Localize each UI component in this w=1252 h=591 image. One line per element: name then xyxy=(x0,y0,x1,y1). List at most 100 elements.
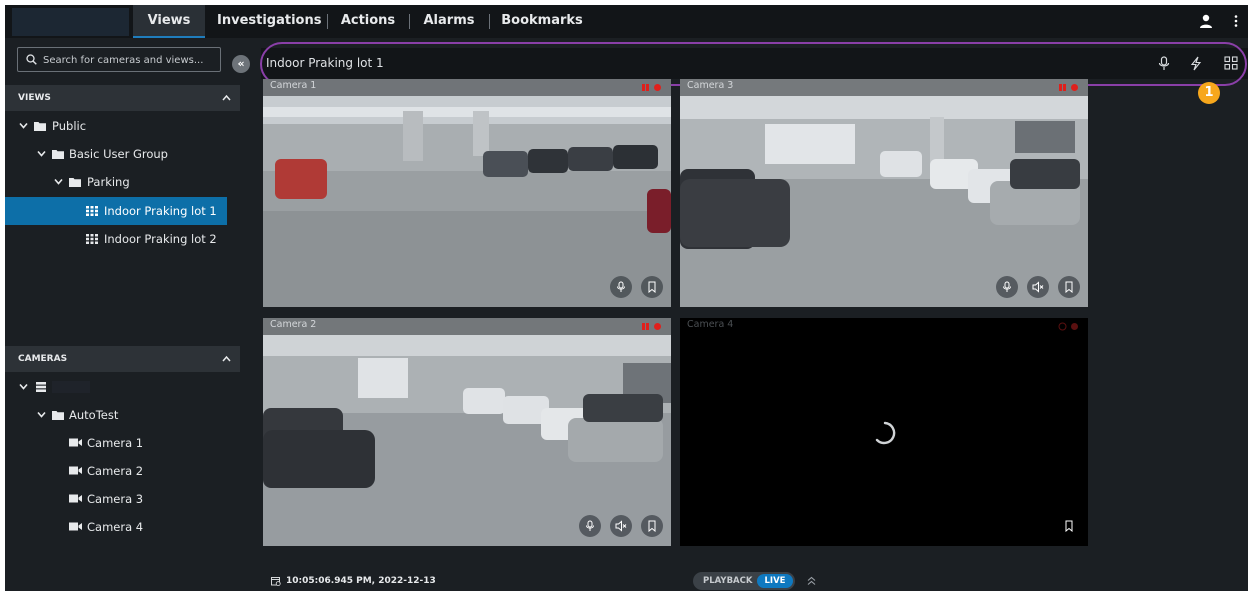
tree-node-autotest[interactable]: AutoTest xyxy=(5,401,240,429)
collapse-sidebar-button[interactable]: « xyxy=(232,55,250,73)
app-window: Views Investigations Actions Alarms Book… xyxy=(5,5,1248,591)
tree-node-basic-user-group[interactable]: Basic User Group xyxy=(5,140,240,168)
bookmark-icon xyxy=(1065,281,1073,293)
loading-spinner-icon xyxy=(875,421,896,445)
camera-feed-image xyxy=(263,79,671,307)
microphone-button[interactable] xyxy=(610,276,632,298)
tree-node-public[interactable]: Public xyxy=(5,112,240,140)
double-chevron-left-icon: « xyxy=(237,57,245,70)
bookmark-icon xyxy=(1065,520,1073,532)
tile-header xyxy=(263,79,671,96)
tab-views[interactable]: Views xyxy=(133,5,205,38)
bookmark-button[interactable] xyxy=(641,515,663,537)
tree-label: Indoor Praking lot 2 xyxy=(104,232,217,246)
search-input[interactable] xyxy=(43,51,218,69)
logo-area xyxy=(12,8,129,36)
camera-icon xyxy=(69,522,82,531)
tree-node-indoor-parking-lot-1[interactable]: Indoor Praking lot 1 xyxy=(5,197,227,225)
live-dot-icon xyxy=(1071,84,1078,91)
microphone-icon xyxy=(1003,281,1011,292)
live-dot-icon xyxy=(654,84,661,91)
tree-label: Basic User Group xyxy=(69,147,168,161)
top-navigation-bar: Views Investigations Actions Alarms Book… xyxy=(5,5,1248,38)
folder-icon xyxy=(69,178,81,187)
kebab-menu-icon[interactable] xyxy=(1228,13,1244,29)
tab-actions[interactable]: Actions xyxy=(339,5,397,38)
tab-alarms[interactable]: Alarms xyxy=(421,5,477,38)
tree-node-parking[interactable]: Parking xyxy=(5,168,240,196)
tree-node-camera-2[interactable]: Camera 2 xyxy=(5,457,240,485)
tree-label: Camera 2 xyxy=(87,464,144,478)
camera-icon xyxy=(69,438,82,447)
tree-node-indoor-parking-lot-2[interactable]: Indoor Praking lot 2 xyxy=(5,225,240,253)
tile-title: Camera 3 xyxy=(687,80,734,91)
live-option[interactable]: LIVE xyxy=(757,574,793,588)
tile-header xyxy=(680,79,1088,96)
folder-icon xyxy=(34,122,46,131)
live-dot-icon xyxy=(654,323,661,330)
calendar-clock-icon xyxy=(271,577,281,586)
timestamp-text: 10:05:06.945 PM, 2022-12-13 xyxy=(286,576,436,586)
tile-header xyxy=(680,318,1088,335)
bookmark-button[interactable] xyxy=(641,276,663,298)
callout-badge: 1 xyxy=(1198,82,1220,104)
speaker-muted-icon xyxy=(615,520,627,532)
tree-node-camera-1[interactable]: Camera 1 xyxy=(5,429,240,457)
tree-node-camera-3[interactable]: Camera 3 xyxy=(5,485,240,513)
speaker-mute-button[interactable] xyxy=(610,515,632,537)
chevron-down-icon[interactable] xyxy=(37,410,46,419)
cameras-section-header[interactable]: CAMERAS xyxy=(5,346,240,372)
chevron-down-icon[interactable] xyxy=(19,382,28,391)
user-icon[interactable] xyxy=(1198,13,1214,29)
bookmark-button[interactable] xyxy=(1058,276,1080,298)
tree-label: Camera 3 xyxy=(87,492,144,506)
sidebar: « VIEWS Public Basic User Group Parking xyxy=(5,38,250,591)
speaker-mute-button[interactable] xyxy=(1027,276,1049,298)
tab-investigations[interactable]: Investigations xyxy=(217,5,321,38)
camera-tile-2[interactable]: Camera 2 xyxy=(263,318,671,546)
search-icon xyxy=(26,54,37,65)
tree-label: Indoor Praking lot 1 xyxy=(104,204,217,218)
tile-header xyxy=(263,318,671,335)
views-section-header[interactable]: VIEWS xyxy=(5,85,240,111)
camera-tile-1[interactable]: Camera 1 xyxy=(263,79,671,307)
recording-icon xyxy=(1058,322,1067,331)
tree-label: Public xyxy=(52,119,87,133)
speaker-muted-icon xyxy=(1032,281,1044,293)
chevron-up-icon[interactable] xyxy=(222,94,231,102)
tile-title: Camera 4 xyxy=(687,319,734,330)
folder-icon xyxy=(52,150,64,159)
camera-tile-3[interactable]: Camera 3 xyxy=(680,79,1088,307)
search-box[interactable] xyxy=(17,47,221,72)
tab-bookmarks[interactable]: Bookmarks xyxy=(501,5,583,38)
playback-live-toggle[interactable]: PLAYBACK LIVE xyxy=(693,572,795,590)
grid-view-icon xyxy=(86,234,98,244)
chevron-down-icon[interactable] xyxy=(19,121,28,130)
chevron-down-icon[interactable] xyxy=(54,177,63,186)
views-header-label: VIEWS xyxy=(18,93,51,103)
tab-separator xyxy=(327,14,328,29)
bookmark-button[interactable] xyxy=(1058,515,1080,537)
camera-tile-4[interactable]: Camera 4 xyxy=(680,318,1088,546)
tree-label: Camera 1 xyxy=(87,436,144,450)
bookmark-icon xyxy=(648,520,656,532)
redacted-server-name xyxy=(52,381,90,393)
tree-node-server[interactable] xyxy=(5,373,240,401)
grid-view-icon xyxy=(86,206,98,216)
microphone-button[interactable] xyxy=(579,515,601,537)
tab-separator xyxy=(409,14,410,29)
microphone-button[interactable] xyxy=(996,276,1018,298)
chevron-down-icon[interactable] xyxy=(37,149,46,158)
camera-feed-image xyxy=(263,318,671,546)
tab-separator xyxy=(489,14,490,29)
tree-label: Parking xyxy=(87,175,130,189)
chevron-up-icon[interactable] xyxy=(222,355,231,363)
playback-option[interactable]: PLAYBACK xyxy=(703,572,752,590)
tree-node-camera-4[interactable]: Camera 4 xyxy=(5,513,240,541)
tile-title: Camera 1 xyxy=(270,80,317,91)
live-dot-icon xyxy=(1071,323,1078,330)
recording-icon xyxy=(642,84,649,91)
microphone-icon xyxy=(586,520,594,531)
double-chevron-up-icon[interactable] xyxy=(807,576,816,586)
tree-label: Camera 4 xyxy=(87,520,144,534)
